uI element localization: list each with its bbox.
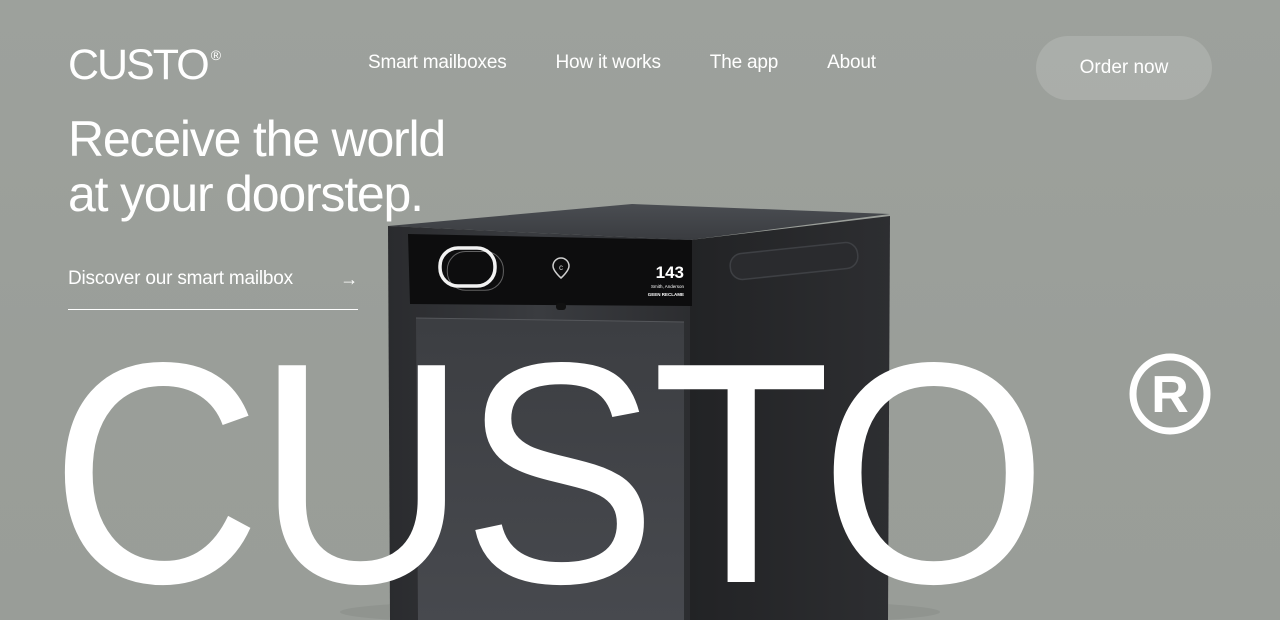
hero-wordmark: CUSTO	[50, 297, 1048, 620]
wordmark-registered-icon: R	[1129, 353, 1211, 435]
discover-mailbox-link[interactable]: Discover our smart mailbox →	[68, 268, 358, 310]
svg-text:R: R	[1151, 366, 1189, 424]
hero-headline: Receive the world at your doorstep.	[68, 111, 446, 222]
mailbox-name-line: Smith, Anderson	[651, 284, 685, 289]
hero-page: CUSTO ® Smart mailboxes How it works The…	[0, 0, 1280, 620]
svg-text:c: c	[559, 263, 563, 272]
headline-line-1: Receive the world	[68, 111, 446, 167]
discover-label: Discover our smart mailbox	[68, 268, 293, 289]
mailbox-house-number: 143	[656, 263, 684, 282]
arrow-right-icon: →	[340, 269, 358, 289]
headline-line-2: at your doorstep.	[68, 166, 424, 222]
